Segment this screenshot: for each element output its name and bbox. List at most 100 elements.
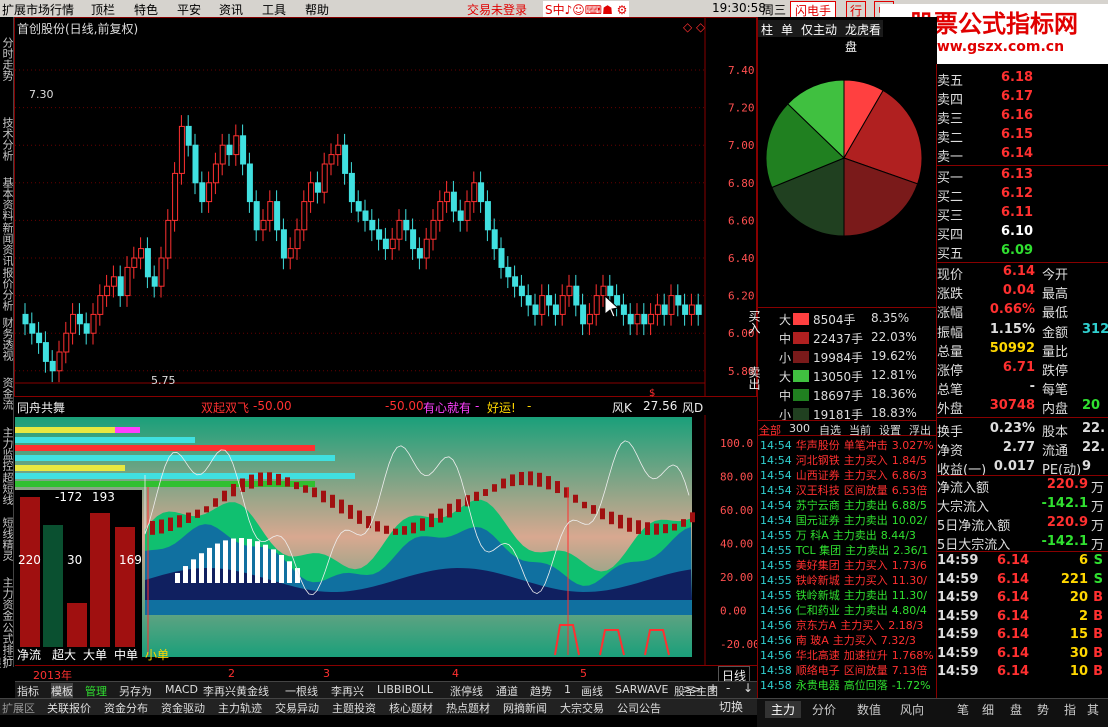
indicator-tab[interactable]: 趋势 xyxy=(530,683,552,699)
trade-status[interactable]: 交易未登录 xyxy=(467,1,527,18)
trade-row[interactable]: 14:55 TCL 集团 主力卖出 2.36/1 xyxy=(760,542,936,557)
buy-order-row[interactable]: 买五 6.09 xyxy=(937,243,1108,262)
indicator-tab[interactable]: LIBBIBOLL xyxy=(377,683,433,696)
menu-item[interactable]: 帮助 xyxy=(305,1,329,18)
trade-row[interactable]: 14:58 顺络电子 区间放量 7.13倍 xyxy=(760,662,936,677)
zoom-out-button[interactable]: - xyxy=(726,681,730,695)
sell-order-row[interactable]: 卖一 6.14 xyxy=(937,146,1108,165)
trade-row[interactable]: 14:56 华北高速 加速拉升 1.768% xyxy=(760,647,936,662)
menu-item[interactable]: 扩展市场行情 xyxy=(2,1,74,18)
indicator-chart[interactable]: -172 193 220 30 169 净流 超大 大单 中单 小单 100.0 80.00 60.0… xyxy=(15,415,757,665)
indicator-tab[interactable]: 涨停线 xyxy=(450,683,483,699)
indicator-name[interactable]: 同舟共舞 xyxy=(17,399,65,416)
menu-item[interactable]: 顶栏 xyxy=(91,1,115,18)
market-tab[interactable]: 设置 xyxy=(879,422,901,438)
buy-order-row[interactable]: 买三 6.11 xyxy=(937,205,1108,224)
trade-row[interactable]: 14:55 铁岭新城 主力卖出 11.30/ xyxy=(760,587,936,602)
left-tab[interactable]: 扩展 xyxy=(0,657,14,668)
menu-item[interactable]: 资讯 xyxy=(219,1,243,18)
left-tab[interactable]: 分时走势 xyxy=(1,37,14,81)
trade-row[interactable]: 14:54 国元证券 主力卖出 10.02/ xyxy=(760,512,936,527)
trade-row[interactable]: 14:54 苏宁云商 主力卖出 6.88/5 xyxy=(760,497,936,512)
extension-tab[interactable]: 资金分布 xyxy=(104,700,148,716)
trade-row[interactable]: 14:58 永贵电器 高位回落 -1.72% xyxy=(760,677,936,692)
left-tab[interactable]: 资金流 xyxy=(1,377,14,410)
bottom-right-tab[interactable]: 势 xyxy=(1037,701,1049,718)
trade-row[interactable]: 14:55 万 科A 主力卖出 8.44/3 xyxy=(760,527,936,542)
bottom-right-tab[interactable]: 其 xyxy=(1087,701,1099,718)
trade-row[interactable]: 14:54 汉王科技 区间放量 6.53倍 xyxy=(760,482,936,497)
indicator-tab[interactable]: SARWAVE xyxy=(615,683,668,696)
extension-tab[interactable]: 资金驱动 xyxy=(161,700,205,716)
trade-row[interactable]: 14:56 京东方A 主力买入 2.18/3 xyxy=(760,617,936,632)
bottom-right-tab[interactable]: 主力 xyxy=(765,701,802,718)
indicator-tab[interactable]: 李再兴 xyxy=(331,683,364,699)
trade-row[interactable]: 14:55 美好集团 主力买入 1.73/6 xyxy=(760,557,936,572)
indicator-tab[interactable]: 管理 xyxy=(85,683,107,699)
indicator-tab[interactable]: 指标 xyxy=(17,683,39,699)
indicator-tab[interactable]: MACD xyxy=(165,683,198,696)
left-tab[interactable]: 主力资金 xyxy=(1,577,14,621)
sell-order-row[interactable]: 卖五 6.18 xyxy=(937,70,1108,89)
extension-tab[interactable]: 公司公告 xyxy=(617,700,661,716)
scroll-down-button[interactable]: ↓ xyxy=(743,681,753,695)
market-tab[interactable]: 自选 xyxy=(819,422,841,438)
left-tab[interactable]: 财务透视 xyxy=(1,317,14,361)
indicator-tab[interactable]: 另存为 xyxy=(119,683,152,699)
menu-item[interactable]: 特色 xyxy=(134,1,158,18)
bottom-right-tab[interactable]: 盘 xyxy=(1010,701,1022,718)
indicator-tab[interactable]: 模板 xyxy=(51,683,73,699)
bottom-right-tab[interactable]: 风向 xyxy=(900,701,924,718)
extension-tab[interactable]: 扩展区 xyxy=(2,700,35,716)
monitor-tab[interactable]: 仅主动 xyxy=(801,21,837,38)
market-tab[interactable]: 全部 xyxy=(759,422,781,438)
trade-row[interactable]: 14:54 山西证券 主力买入 6.86/3 xyxy=(760,467,936,482)
menu-item[interactable]: 平安 xyxy=(177,1,201,18)
trade-row[interactable]: 14:54 河北钢铁 主力买入 1.84/5 xyxy=(760,452,936,467)
buy-order-row[interactable]: 买二 6.12 xyxy=(937,186,1108,205)
bottom-right-tab[interactable]: 笔 xyxy=(957,701,969,718)
left-tab[interactable]: 新闻资讯 xyxy=(1,222,14,266)
left-tab[interactable]: 短线精灵 xyxy=(1,517,14,561)
sell-order-row[interactable]: 卖二 6.15 xyxy=(937,127,1108,146)
market-tab[interactable]: 当前 xyxy=(849,422,871,438)
indicator-tab[interactable]: 一根线 xyxy=(285,683,318,699)
zoom-in-button[interactable]: + xyxy=(708,681,718,695)
monitor-tab[interactable]: 柱 xyxy=(761,21,773,38)
extension-tab[interactable]: 关联报价 xyxy=(47,700,91,716)
trade-row[interactable]: 14:55 铁岭新城 主力买入 11.30/ xyxy=(760,572,936,587)
left-tab[interactable]: 主力监控 xyxy=(1,427,14,471)
bottom-right-tab[interactable]: 数值 xyxy=(857,701,881,718)
sell-order-row[interactable]: 卖四 6.17 xyxy=(937,89,1108,108)
sell-order-row[interactable]: 卖三 6.16 xyxy=(937,108,1108,127)
trade-row[interactable]: 14:56 仁和药业 主力卖出 4.80/4 xyxy=(760,602,936,617)
extension-tab[interactable]: 大宗交易 xyxy=(560,700,604,716)
kline-chart[interactable]: 7.407.207.006.806.606.406.206.005.80 7.3… xyxy=(15,18,757,397)
market-tab[interactable]: 浮出 xyxy=(909,422,931,438)
monitor-tab[interactable]: 单 xyxy=(781,21,793,38)
indicator-tab[interactable]: 画线 xyxy=(581,683,603,699)
buy-order-row[interactable]: 买一 6.13 xyxy=(937,167,1108,186)
left-tab[interactable]: 技术分析 xyxy=(1,117,14,161)
extension-tab[interactable]: 主力轨迹 xyxy=(218,700,262,716)
menu-item[interactable]: 工具 xyxy=(262,1,286,18)
buy-order-row[interactable]: 买四 6.10 xyxy=(937,224,1108,243)
left-tab[interactable]: 基本资料 xyxy=(1,177,14,221)
extension-tab[interactable]: 核心题材 xyxy=(389,700,433,716)
trade-row[interactable]: 14:56 南 玻A 主力买入 7.32/3 xyxy=(760,632,936,647)
indicator-tab[interactable]: 通道 xyxy=(496,683,518,699)
extension-tab[interactable]: 网摘新闻 xyxy=(503,700,547,716)
indicator-tab[interactable]: 李再兴黄金线 xyxy=(203,683,269,699)
market-tab[interactable]: 300 xyxy=(789,422,810,435)
left-tab[interactable]: 报价分析 xyxy=(1,267,14,311)
extension-tab[interactable]: 热点题材 xyxy=(446,700,490,716)
trade-row[interactable]: 14:54 华声股份 单笔冲击 3.027% xyxy=(760,437,936,452)
extension-tab[interactable]: 交易异动 xyxy=(275,700,319,716)
bottom-right-tab[interactable]: 分价 xyxy=(812,701,836,718)
left-tab[interactable]: 超短线 xyxy=(1,472,14,505)
more-tabs-icon[interactable]: >> xyxy=(683,683,701,696)
indicator-tab[interactable]: 1 xyxy=(564,683,571,696)
bottom-right-tab[interactable]: 指 xyxy=(1064,701,1076,718)
switch-button[interactable]: 切换 xyxy=(705,698,757,715)
bottom-right-tab[interactable]: 细 xyxy=(982,701,994,718)
